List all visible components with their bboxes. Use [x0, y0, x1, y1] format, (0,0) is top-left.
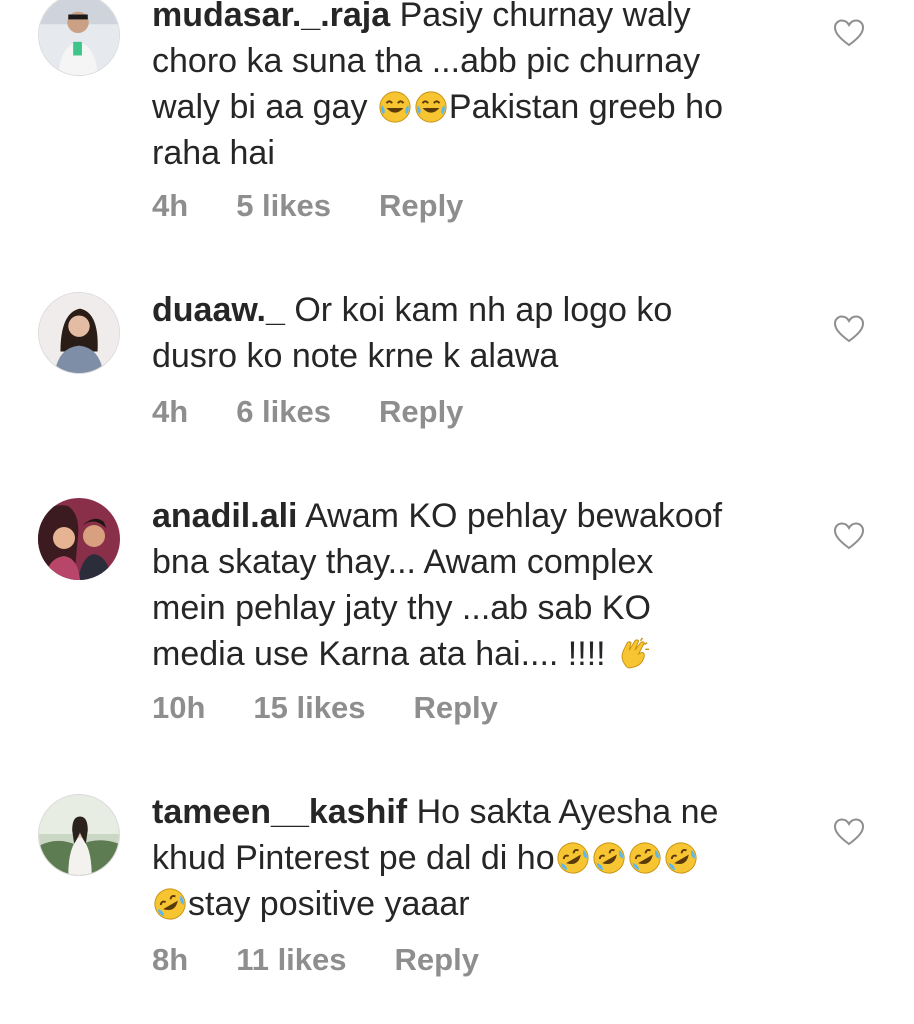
- comment-meta: 10h 15 likes Reply: [152, 690, 498, 726]
- joy-emoji-icon: [378, 90, 412, 124]
- rofl-emoji-icon: [556, 841, 590, 875]
- comment-time: 4h: [152, 394, 189, 429]
- comment-content-continued: stay positive yaaar: [188, 885, 470, 923]
- comment-likes[interactable]: 5 likes: [236, 188, 331, 224]
- comment-meta: 8h 11 likes Reply: [152, 942, 479, 978]
- like-heart-icon[interactable]: [834, 522, 864, 550]
- rofl-emoji-icon: [592, 841, 626, 875]
- comment-likes[interactable]: 6 likes: [236, 394, 331, 430]
- comment-likes[interactable]: 15 likes: [253, 690, 365, 726]
- comment-text: tameen__kashif Ho sakta Ayesha ne khud P…: [152, 789, 812, 927]
- comment-time: 10h: [152, 690, 206, 725]
- avatar[interactable]: [38, 794, 120, 876]
- comment-username[interactable]: tameen__kashif: [152, 793, 407, 831]
- rofl-emoji-icon: [628, 841, 662, 875]
- clapping-hands-emoji-icon: [616, 637, 650, 671]
- like-heart-icon[interactable]: [834, 818, 864, 846]
- like-heart-icon[interactable]: [834, 19, 864, 47]
- reply-button[interactable]: Reply: [379, 394, 463, 430]
- comment-meta: 4h 6 likes Reply: [152, 394, 463, 430]
- comment-username[interactable]: anadil.ali: [152, 497, 298, 535]
- comment-likes[interactable]: 11 likes: [236, 942, 346, 978]
- joy-emoji-icon: [414, 90, 448, 124]
- comment-text: duaaw._ Or koi kam nh ap logo ko dusro k…: [152, 287, 812, 379]
- comment-time: 8h: [152, 942, 189, 977]
- comment-meta: 4h 5 likes Reply: [152, 188, 463, 224]
- avatar[interactable]: [38, 292, 120, 374]
- rofl-emoji-icon: [153, 887, 187, 921]
- reply-button[interactable]: Reply: [395, 942, 479, 978]
- comment-text: mudasar._.raja Pasiy churnay waly choro …: [152, 0, 812, 176]
- comment-username[interactable]: mudasar._.raja: [152, 0, 390, 34]
- reply-button[interactable]: Reply: [379, 188, 463, 224]
- avatar[interactable]: [38, 0, 120, 76]
- comment-time: 4h: [152, 188, 189, 223]
- like-heart-icon[interactable]: [834, 315, 864, 343]
- avatar[interactable]: [38, 498, 120, 580]
- rofl-emoji-icon: [664, 841, 698, 875]
- comment-username[interactable]: duaaw._: [152, 291, 285, 329]
- reply-button[interactable]: Reply: [413, 690, 497, 726]
- comment-text: anadil.ali Awam KO pehlay bewakoof bna s…: [152, 493, 812, 677]
